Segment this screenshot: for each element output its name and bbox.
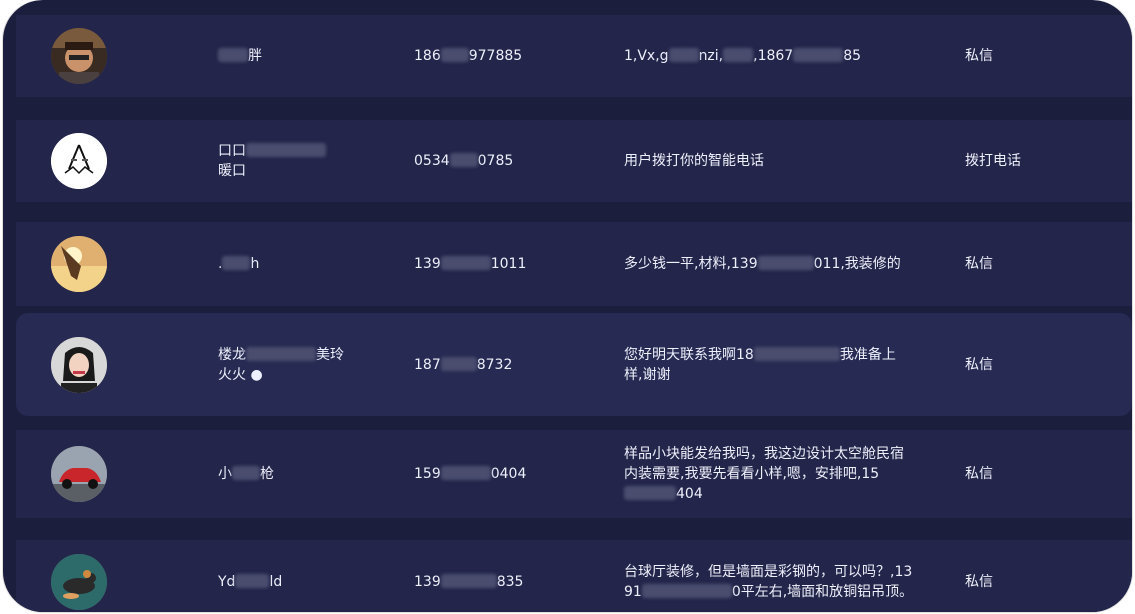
contact-phone: 186 977885 <box>414 48 523 64</box>
table-row: 小枪 159 0404 样品小块能发给我吗，我这边设计太空舱民宿内装需要,我要先看… <box>16 430 1132 518</box>
contact-name: .h <box>218 256 260 272</box>
redacted-text <box>440 356 477 371</box>
table-row: .h 139 1011 多少钱一平,材料,139 011,我装修的 私信 <box>16 222 1132 306</box>
table-row: Yd ld 139 835 台球厅装修，但是墙面是彩钢的，可以吗？,1391 0平左右… <box>16 540 1132 612</box>
redacted-text <box>449 153 478 167</box>
private-message-button[interactable]: 私信 <box>965 254 1085 274</box>
table-row: 胖 186 977885 1,Vx,g nzi, ,1867 85 私信 <box>16 15 1132 97</box>
table-row: 楼龙 美玲 火火 ● 187 8732 您好明天联系我啊18 我准备上样,谢谢 私信 <box>16 313 1132 416</box>
private-message-button[interactable]: 私信 <box>965 355 1085 375</box>
contact-name: 胖 <box>218 46 358 66</box>
message-text: 多少钱一平,材料,139 011,我装修的 <box>624 256 901 272</box>
contact-phone: 139 1011 <box>414 256 527 272</box>
redacted-text <box>235 574 270 588</box>
contact-name: 口口 暖口 <box>218 141 358 181</box>
contact-name: 楼龙 美玲 火火 ● <box>218 346 344 383</box>
redacted-text <box>440 466 491 480</box>
message-text: 您好明天联系我啊18 我准备上样,谢谢 <box>624 346 896 383</box>
woman-portrait-avatar-icon <box>51 336 107 393</box>
lead-list-panel: 胖 186 977885 1,Vx,g nzi, ,1867 85 私信 口口 暖口 0… <box>3 0 1132 612</box>
contact-phone: 187 8732 <box>414 356 513 373</box>
message-text: 1,Vx,g nzi, ,1867 85 <box>624 48 862 64</box>
man-portrait-avatar-icon <box>51 28 107 84</box>
redacted-text <box>624 486 676 500</box>
logo-avatar-icon <box>51 133 107 189</box>
turtle-avatar-icon <box>51 554 107 610</box>
contact-name: 小枪 <box>218 466 274 482</box>
message-text: 台球厅装修，但是墙面是彩钢的，可以吗？,1391 0平左右,墙面和放铜铝吊顶。 <box>624 564 914 600</box>
private-message-button[interactable]: 私信 <box>965 572 1085 592</box>
redacted-text <box>668 48 699 62</box>
sunset-avatar-icon <box>51 236 107 292</box>
contact-name: Yd ld <box>218 574 283 590</box>
window-frame: 胖 186 977885 1,Vx,g nzi, ,1867 85 私信 口口 暖口 0… <box>0 0 1135 614</box>
contact-phone: 159 0404 <box>414 466 527 482</box>
redacted-text <box>793 48 844 62</box>
message-text: 用户拨打你的智能电话 <box>624 153 764 169</box>
table-row: 口口 暖口 0534 0785 用户拨打你的智能电话 拨打电话 <box>16 120 1132 202</box>
redacted-text <box>753 346 840 361</box>
redacted-text <box>246 143 326 157</box>
redacted-text <box>440 574 497 588</box>
call-button[interactable]: 拨打电话 <box>965 151 1085 171</box>
redacted-text <box>440 256 491 270</box>
redacted-text <box>232 466 260 480</box>
redacted-text <box>222 256 251 270</box>
redacted-text <box>440 48 469 62</box>
contact-phone: 139 835 <box>414 574 524 590</box>
redacted-text <box>218 48 248 62</box>
redacted-text <box>723 48 754 62</box>
message-text: 样品小块能发给我吗，我这边设计太空舱民宿内装需要,我要先看看小样,嗯，安排吧,1… <box>624 446 904 502</box>
redacted-text <box>246 346 316 361</box>
redacted-text <box>641 584 732 598</box>
red-car-avatar-icon <box>51 446 107 502</box>
private-message-button[interactable]: 私信 <box>965 46 1085 66</box>
contact-phone: 0534 0785 <box>414 153 514 169</box>
redacted-text <box>757 256 814 270</box>
private-message-button[interactable]: 私信 <box>965 464 1085 484</box>
